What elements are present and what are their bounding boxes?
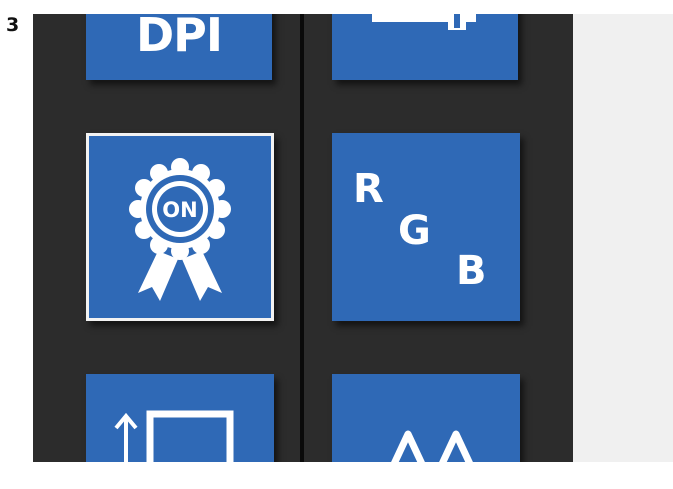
tool-palette-panel: DPI ON R G B <box>33 14 573 462</box>
waveform-tile[interactable] <box>332 374 520 462</box>
waveform-icon <box>391 430 473 462</box>
rgb-letter-b: B <box>456 248 487 294</box>
on-badge-label: ON <box>162 198 197 222</box>
dpi-label: DPI <box>135 14 223 62</box>
panel-divider <box>300 14 304 462</box>
rgb-tile[interactable]: R G B <box>332 133 520 321</box>
on-badge-tile[interactable]: ON <box>86 133 274 321</box>
on-badge-icon: ON <box>129 158 231 301</box>
side-background <box>573 14 673 462</box>
dpi-tile[interactable]: DPI <box>86 14 272 80</box>
step-number: 3 <box>6 14 20 36</box>
slider-icon <box>372 14 476 30</box>
resize-tile[interactable] <box>86 374 274 462</box>
vertical-resize-icon <box>114 410 234 462</box>
slider-tile[interactable] <box>332 14 518 80</box>
rgb-letter-r: R <box>353 166 384 212</box>
rgb-letter-g: G <box>398 208 431 254</box>
